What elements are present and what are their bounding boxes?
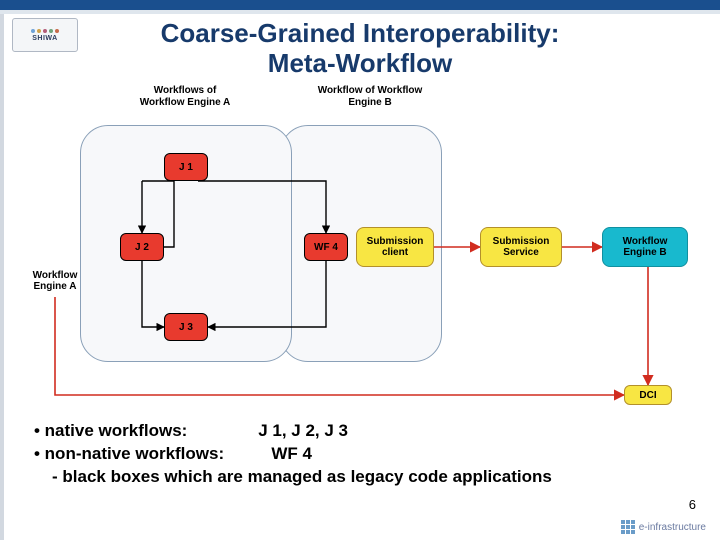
node-j2: J 2 (120, 233, 164, 261)
footer-logo: e-infrastructure (621, 520, 706, 534)
sub-bar (0, 10, 720, 14)
bullet-1-label: • native workflows: (34, 421, 187, 440)
page-number: 6 (689, 497, 696, 512)
bullet-2-value: WF 4 (271, 444, 312, 463)
node-workflow-engine-a: Workflow Engine A (24, 265, 86, 297)
node-j1: J 1 (164, 153, 208, 181)
node-submission-service: Submission Service (480, 227, 562, 267)
sidebar-edge (0, 14, 4, 540)
node-j3: J 3 (164, 313, 208, 341)
slide-title-line2: Meta-Workflow (0, 48, 720, 79)
node-workflow-engine-b: Workflow Engine B (602, 227, 688, 267)
footer-text: e-infrastructure (639, 522, 706, 533)
node-dci: DCI (624, 385, 672, 405)
grid-icon (621, 520, 635, 534)
top-bar (0, 0, 720, 10)
bullet-3: - black boxes which are managed as legac… (34, 466, 700, 489)
bullet-list: • native workflows: J 1, J 2, J 3 • non-… (34, 420, 700, 489)
slide-title-line1: Coarse-Grained Interoperability: (0, 18, 720, 49)
bullet-2-label: • non-native workflows: (34, 444, 224, 463)
diagram-area: Workflows of Workflow Engine A Workflow … (20, 85, 700, 405)
node-wf4: WF 4 (304, 233, 348, 261)
bullet-1-value: J 1, J 2, J 3 (258, 421, 348, 440)
node-submission-client: Submission client (356, 227, 434, 267)
